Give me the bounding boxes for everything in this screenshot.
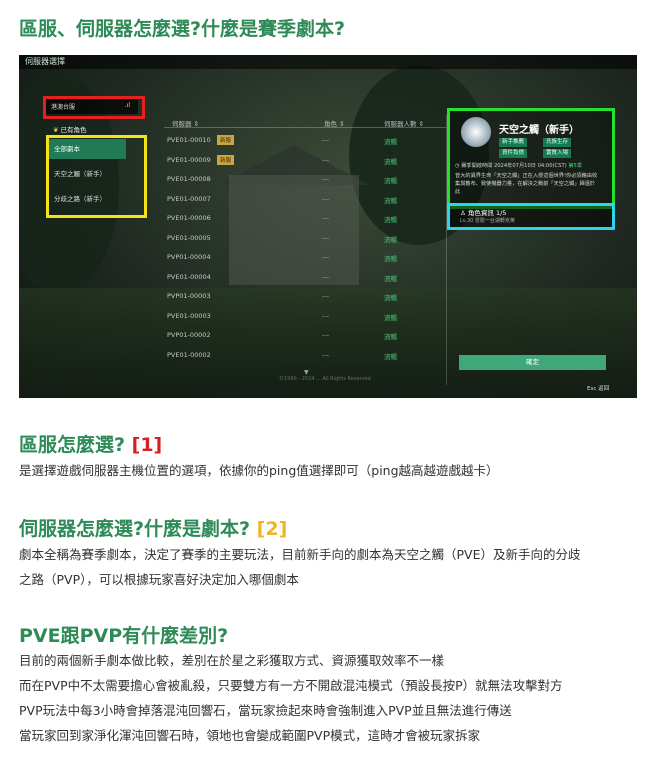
reference-marker: [1] xyxy=(131,434,163,456)
server-row[interactable]: PVP01-00003 --- 流暢 xyxy=(164,287,446,306)
server-status: 流暢 xyxy=(384,177,397,185)
server-status: 流暢 xyxy=(384,274,397,283)
server-row[interactable]: PVE01-00009 --- 流暢 新服 xyxy=(164,151,446,170)
esc-back-button[interactable]: Esc 返回 xyxy=(587,384,609,392)
server-row[interactable]: PVE01-00003 --- 流暢 xyxy=(164,307,446,326)
role-info-text: 角色資訊 1/5 xyxy=(467,209,507,217)
scenario-tag: 實質入場 xyxy=(543,149,572,158)
server-row[interactable]: PVE01-00002 --- 流暢 xyxy=(164,346,446,365)
server-roles: --- xyxy=(322,253,330,261)
server-name: PVE01-00009 xyxy=(167,155,211,164)
server-roles: --- xyxy=(322,272,330,281)
confirm-button[interactable]: 確定 xyxy=(459,355,606,370)
server-name: PVE01-00008 xyxy=(167,175,211,183)
scenario-tag: 資件負債 xyxy=(499,149,528,158)
server-row[interactable]: PVE01-00005 --- 流暢 xyxy=(164,229,446,248)
scenario-open-time: ◷ 賽季開啟時間 2024年07月10日 04:00(CST) 第5季 xyxy=(455,162,605,169)
section-title-pve-pvp: PVE跟PVP有什麼差別? xyxy=(19,621,228,648)
scenario-emblem-icon xyxy=(461,117,491,147)
window-title: 伺服器選擇 xyxy=(25,57,65,66)
scroll-down-icon[interactable]: ▼ xyxy=(304,369,309,376)
server-name: PVE01-00010 xyxy=(167,136,211,144)
server-name: PVE01-00007 xyxy=(167,194,211,203)
server-row[interactable]: PVP01-00002 --- 流暢 xyxy=(164,326,446,345)
server-roles: --- xyxy=(322,233,330,242)
season-label: 第5季 xyxy=(568,163,583,169)
server-row[interactable]: PVE01-00008 --- 流暢 xyxy=(164,170,446,189)
server-name: PVP01-00003 xyxy=(167,292,211,300)
role-info-label: ♙ 角色資訊 1/5 xyxy=(460,207,506,217)
window-titlebar: 伺服器選擇 xyxy=(19,55,637,69)
server-row[interactable]: PVE01-00007 --- 流暢 xyxy=(164,190,446,209)
has-role-label: 已有角色 xyxy=(60,126,87,134)
server-status: 流暢 xyxy=(384,313,397,322)
server-roles: --- xyxy=(322,311,330,320)
server-roles: --- xyxy=(322,214,330,222)
paragraph-line: 劇本全稱為賽季劇本，決定了賽季的主要玩法，目前新手向的劇本為天空之觸（PVE）及… xyxy=(19,547,581,562)
article-title: 區服、伺服器怎麼選?什麼是賽季劇本? xyxy=(19,18,346,40)
paragraph-pve-pvp: 目前的兩個新手劇本做比較，差別在於星之彩獲取方式、資源獲取效率不一樣 而在PVP… xyxy=(19,648,563,748)
server-name: PVP01-00004 xyxy=(167,253,211,261)
user-icon: ♙ xyxy=(460,209,466,217)
server-status: 流暢 xyxy=(384,294,397,302)
server-row[interactable]: PVE01-00004 --- 流暢 xyxy=(164,268,446,287)
server-roles: --- xyxy=(322,194,330,203)
server-name: PVE01-00002 xyxy=(167,350,211,359)
server-row[interactable]: PVE01-00010 --- 流暢 新服 xyxy=(164,131,446,150)
paragraph-line: 而在PVP中不太需要擔心會被亂殺，只要雙方有一方不開啟混沌模式（預設長按P）就無… xyxy=(19,678,563,693)
paragraph-line: 當玩家回到家淨化渾沌回響石時，領地也會變成範圍PVP模式，這時才會被玩家拆家 xyxy=(19,728,481,743)
server-roles: --- xyxy=(322,331,330,339)
server-roles: --- xyxy=(322,136,330,144)
scenario-description: 曾大的異界生命「天空之觸」正在入侵這個世界!你必須藉由收集與散布、致使機器力量，… xyxy=(455,173,598,195)
server-name: PVE01-00006 xyxy=(167,214,211,222)
server-status: 流暢 xyxy=(384,333,397,341)
paragraph-region: 是選擇遊戲伺服器主機位置的選項，依據你的ping值選擇即可（ping越高越遊戲越… xyxy=(19,458,499,483)
scenario-title: 天空之觸（新手） xyxy=(499,125,579,136)
has-role-filter[interactable]: ❦ 已有角色 xyxy=(53,124,87,134)
paragraph-line: 目前的兩個新手劇本做比較，差別在於星之彩獲取方式、資源獲取效率不一樣 xyxy=(19,653,445,668)
section-title-text: PVE跟PVP有什麼差別? xyxy=(19,625,229,647)
server-name: PVP01-00002 xyxy=(167,331,211,339)
server-status: 流暢 xyxy=(384,235,397,244)
server-status: 流暢 xyxy=(384,196,397,205)
server-roles: --- xyxy=(322,175,330,183)
server-roles: --- xyxy=(322,155,330,164)
server-roles: --- xyxy=(322,350,330,359)
paragraph-line: 之路（PVP），可以根據玩家喜好決定加入哪個劇本 xyxy=(19,572,299,587)
role-info-sub: Lv.30 冒險一台湖轉克萊 xyxy=(460,218,515,224)
server-status: 流暢 xyxy=(384,255,397,263)
confirm-label: 確定 xyxy=(526,358,539,366)
paragraph-server: 劇本全稱為賽季劇本，決定了賽季的主要玩法，目前新手向的劇本為天空之觸（PVE）及… xyxy=(19,542,581,592)
table-header-divider xyxy=(164,127,446,128)
scenario-tag: 新手推薦 xyxy=(499,138,528,147)
open-time-text: 賽季開啟時間 2024年07月10日 04:00(CST) xyxy=(461,163,567,169)
clock-icon: ◷ xyxy=(455,163,460,169)
server-name: PVE01-00003 xyxy=(167,311,211,320)
scenario-tag: 氏族生存 xyxy=(543,138,572,147)
section-title-text: 區服怎麼選? xyxy=(19,434,126,456)
section-title-text: 伺服器怎麼選?什麼是劇本? xyxy=(19,518,251,540)
server-name: PVE01-00004 xyxy=(167,272,211,281)
copyright-text: ©1990 - 2024 ... All Rights Reserved xyxy=(279,376,371,382)
server-status: 流暢 xyxy=(384,138,397,146)
section-title-server: 伺服器怎麼選?什麼是劇本? [2] xyxy=(19,514,287,541)
butterfly-icon: ❦ xyxy=(53,126,59,134)
annotation-box-red xyxy=(43,96,145,119)
server-roles: --- xyxy=(322,292,330,300)
new-server-badge: 新服 xyxy=(217,135,235,145)
paragraph-line: 是選擇遊戲伺服器主機位置的選項，依據你的ping值選擇即可（ping越高越遊戲越… xyxy=(19,463,499,478)
server-status: 流暢 xyxy=(384,157,397,166)
server-row[interactable]: PVE01-00006 --- 流暢 xyxy=(164,209,446,228)
game-screenshot: 伺服器選擇 港澳台服 .ıl ❦ 已有角色 全部劇本 天空之觸（新手） 分歧之路（新… xyxy=(19,55,637,398)
server-status: 流暢 xyxy=(384,352,397,361)
server-name: PVE01-00005 xyxy=(167,233,211,242)
section-title-region: 區服怎麼選? [1] xyxy=(19,430,162,457)
new-server-badge: 新服 xyxy=(217,154,235,165)
annotation-box-yellow xyxy=(46,135,147,218)
server-row[interactable]: PVP01-00004 --- 流暢 xyxy=(164,248,446,267)
server-status: 流暢 xyxy=(384,216,397,224)
paragraph-line: PVP玩法中每3小時會掉落混沌回響石，當玩家撿起來時會強制進入PVP並且無法進行… xyxy=(19,703,512,718)
reference-marker: [2] xyxy=(256,518,288,540)
